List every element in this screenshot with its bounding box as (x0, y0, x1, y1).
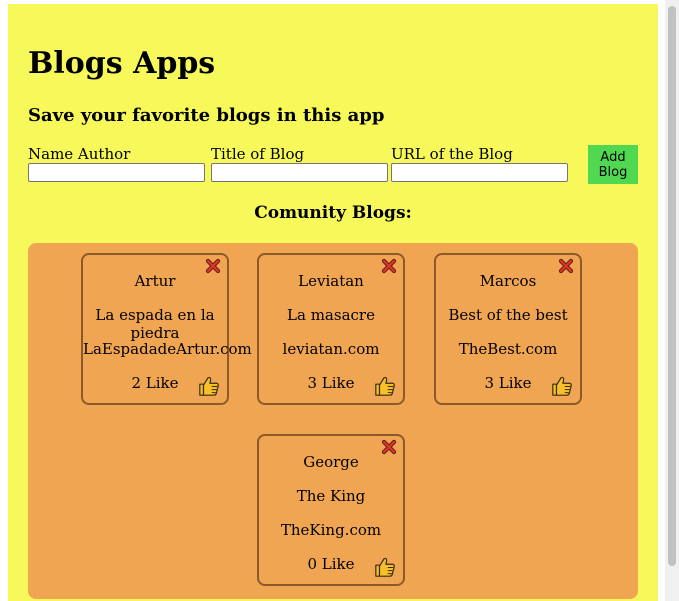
blog-author: George (303, 453, 359, 471)
author-input[interactable] (28, 163, 205, 182)
url-field-group: URL of the Blog (391, 146, 568, 182)
blog-card: Marcos Best of the best TheBest.com 3 Li… (434, 253, 582, 405)
blog-url: LaEspadadeArtur.com (83, 340, 252, 358)
blog-title: Best of the best (448, 306, 568, 324)
scrollbar-thumb[interactable] (668, 6, 676, 566)
page-title: Blogs Apps (28, 46, 216, 81)
title-field-group: Title of Blog (211, 146, 388, 182)
thumbs-up-icon[interactable] (551, 375, 573, 397)
vertical-scrollbar[interactable] (665, 0, 679, 601)
blog-author: Marcos (479, 272, 537, 290)
thumbs-up-icon[interactable] (374, 375, 396, 397)
blog-card: Artur La espada en la piedra LaEspadadeA… (81, 253, 252, 405)
blog-url: TheKing.com (280, 521, 382, 539)
url-input[interactable] (391, 163, 568, 182)
add-blog-button[interactable]: Add Blog (588, 145, 638, 184)
blog-url: TheBest.com (458, 340, 558, 358)
blog-card: Leviatan La masacre leviatan.com 3 Like (257, 253, 405, 405)
blog-author: Leviatan (298, 272, 364, 290)
thumbs-up-icon[interactable] (374, 556, 396, 578)
blog-url: leviatan.com (282, 340, 380, 358)
title-label: Title of Blog (211, 145, 305, 163)
url-label: URL of the Blog (391, 145, 513, 163)
blog-title: La espada en la piedra (95, 306, 215, 342)
author-field-group: Name Author (28, 146, 205, 182)
page: Blogs Apps Save your favorite blogs in t… (8, 4, 658, 601)
blogs-container: Artur La espada en la piedra LaEspadadeA… (28, 243, 638, 599)
blog-card: George The King TheKing.com 0 Like (257, 434, 405, 586)
thumbs-up-icon[interactable] (198, 375, 220, 397)
blog-title: The King (296, 487, 366, 505)
blog-author: Artur (134, 272, 176, 290)
page-subtitle: Save your favorite blogs in this app (28, 105, 385, 126)
community-heading: Comunity Blogs: (254, 203, 412, 223)
author-label: Name Author (28, 145, 131, 163)
blog-title: La masacre (287, 306, 375, 324)
title-input[interactable] (211, 163, 388, 182)
